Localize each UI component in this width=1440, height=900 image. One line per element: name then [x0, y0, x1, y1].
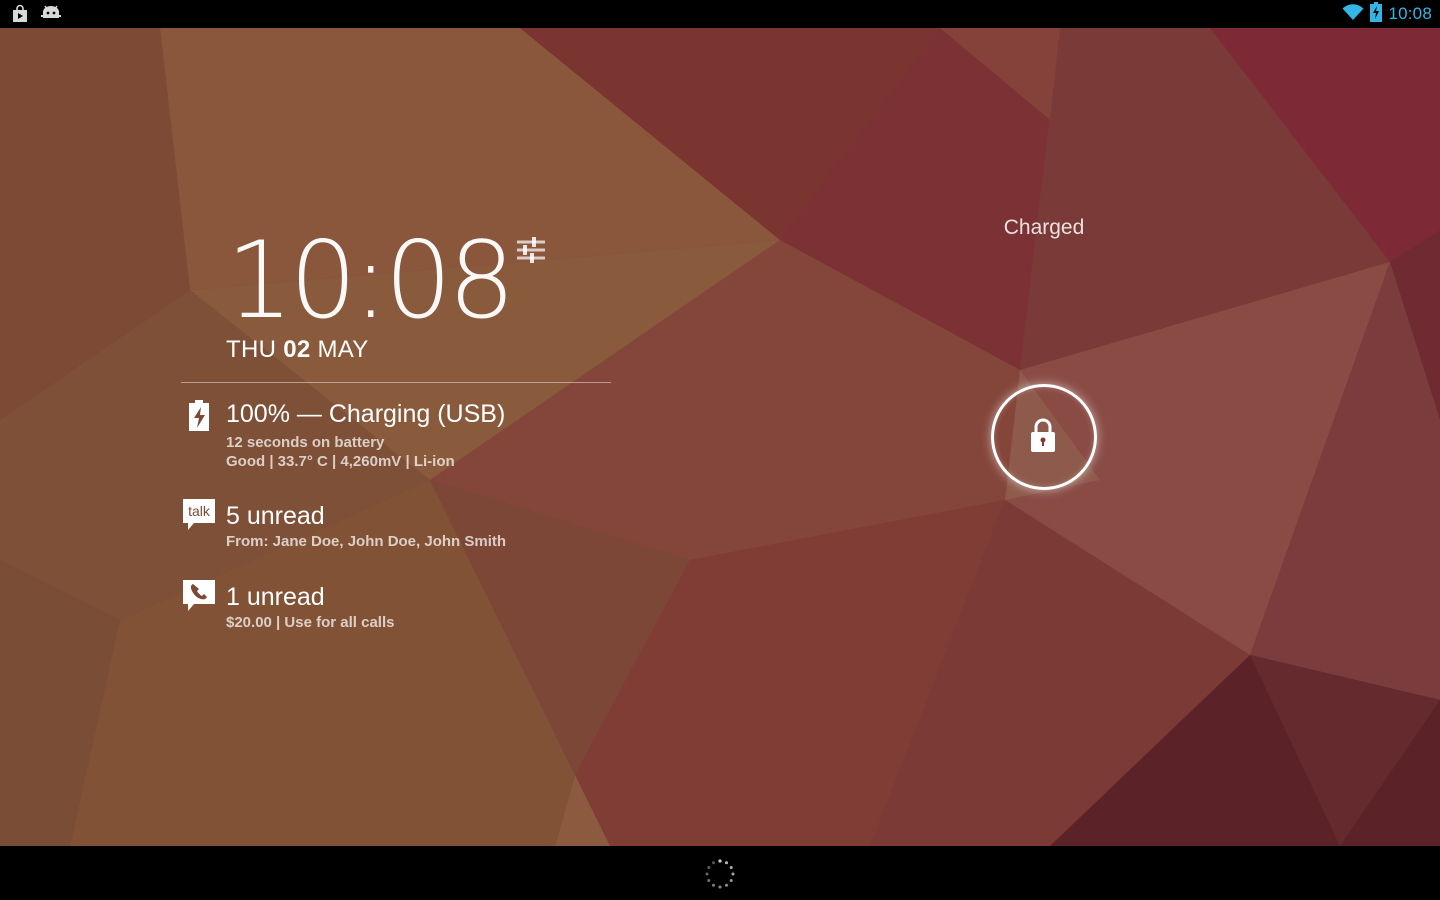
- notification-line: 12 seconds on battery: [226, 434, 385, 451]
- phone-icon: [182, 579, 216, 618]
- notification-title: 5 unread: [226, 502, 325, 530]
- loading-spinner-icon: [703, 857, 737, 896]
- android-debug-icon[interactable]: [40, 4, 62, 29]
- divider: [181, 382, 611, 383]
- clock-day: THU: [226, 336, 277, 363]
- settings-sliders-icon[interactable]: [514, 234, 548, 271]
- notification-title: 100% — Charging (USB): [226, 400, 506, 428]
- status-bar-clock: 10:08: [1388, 4, 1432, 23]
- talk-icon-text: talk: [188, 503, 211, 519]
- shop-bag-icon[interactable]: [10, 4, 30, 29]
- wallpaper: [0, 28, 1440, 846]
- notification-title: 1 unread: [226, 583, 325, 611]
- clock-month: MAY: [317, 336, 369, 363]
- clock-time: 10:08: [226, 219, 515, 342]
- battery-charging-icon: [1370, 1, 1383, 27]
- lockscreen: 10:08 10:08 THU 02 MAY 100% — Charging (…: [0, 0, 1440, 900]
- wifi-icon: [1342, 3, 1364, 26]
- notification-line: Good | 33.7° C | 4,260mV | Li-ion: [226, 453, 455, 470]
- charging-status-label: Charged: [1003, 216, 1085, 239]
- clock-date: THU 02 MAY: [226, 336, 369, 364]
- notification-line: $20.00 | Use for all calls: [226, 614, 395, 631]
- navigation-bar: [0, 846, 1440, 900]
- padlock-icon: [1029, 418, 1057, 459]
- battery-charging-icon: [188, 400, 210, 437]
- status-bar: 10:08: [0, 0, 1440, 28]
- notification-line: From: Jane Doe, John Doe, John Smith: [226, 533, 507, 550]
- clock-date-number: 02: [283, 336, 311, 363]
- talk-icon: talk: [182, 498, 216, 537]
